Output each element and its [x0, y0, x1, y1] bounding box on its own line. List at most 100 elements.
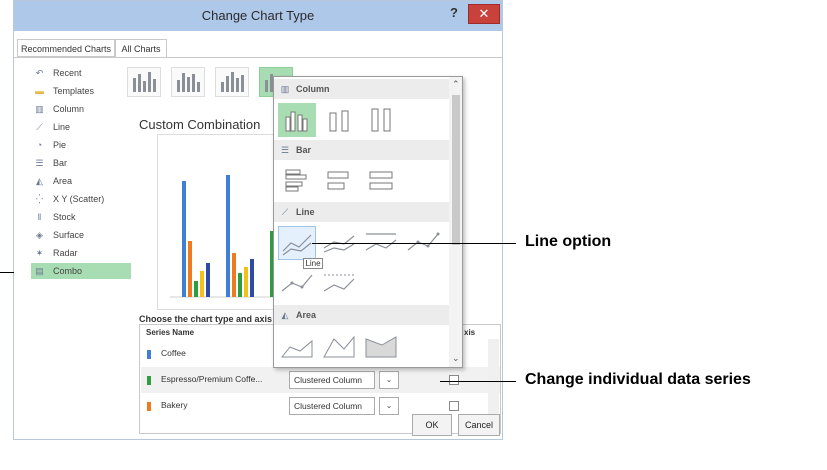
preview-bar [244, 267, 248, 297]
cancel-button[interactable]: Cancel [458, 414, 500, 436]
sidebar-item-radar[interactable]: ✶ Radar [31, 245, 131, 261]
option-area[interactable] [278, 329, 316, 363]
preview-bar [188, 241, 192, 297]
clustered-bar-icon [285, 169, 307, 192]
series-color-swatch [147, 402, 151, 411]
option-stacked-line-markers[interactable] [278, 265, 316, 299]
line-chart-icon: ⟋ [281, 207, 289, 217]
sidebar-item-label: Surface [53, 230, 85, 240]
option-100-stacked-bar[interactable] [362, 164, 400, 198]
scroll-down-icon[interactable]: ⌄ [452, 353, 460, 364]
popup-section-area: ◭ Area [274, 305, 449, 325]
ok-button[interactable]: OK [412, 414, 452, 436]
combo-subtype-icon [221, 72, 245, 92]
radar-chart-icon: ✶ [35, 248, 44, 258]
sidebar-item-label: Stock [53, 212, 76, 222]
option-stacked-bar[interactable] [320, 164, 358, 198]
series-name: Bakery [161, 400, 188, 410]
tab-recommended-charts[interactable]: Recommended Charts [17, 39, 115, 57]
percent-stacked-column-icon [371, 108, 391, 132]
chevron-down-icon[interactable]: ⌄ [379, 397, 399, 415]
line-chart-icon: ⟋ [36, 122, 43, 132]
percent-stacked-bar-icon [369, 171, 393, 190]
sidebar-item-label: Area [53, 176, 73, 186]
option-stacked-area[interactable] [320, 329, 358, 363]
popup-section-column: ▥ Column [274, 79, 449, 99]
scroll-up-icon[interactable]: ⌃ [452, 79, 460, 90]
series-name: Coffee [161, 348, 186, 358]
preview-bar [226, 175, 230, 297]
sidebar-item-templates[interactable]: ▬ Templates [31, 83, 131, 99]
sidebar-item-label: Column [53, 104, 85, 114]
option-line[interactable] [278, 226, 316, 260]
header-series-name: Series Name [146, 328, 195, 337]
combo-subtype-icon [133, 72, 157, 92]
help-button[interactable]: ? [450, 5, 466, 25]
percent-stacked-area-icon [365, 336, 397, 358]
secondary-axis-checkbox[interactable] [449, 375, 459, 385]
combo-subtype-clustered-column-line[interactable] [127, 67, 161, 97]
secondary-axis-checkbox[interactable] [449, 401, 459, 411]
folder-icon: ▬ [35, 86, 44, 96]
header-secondary-axis: xis [464, 328, 476, 337]
series-name: Espresso/Premium Coffe... [161, 374, 263, 384]
sidebar-item-stock[interactable]: ‖ Stock [31, 209, 131, 225]
combo-subtype-icon [177, 72, 201, 92]
line-option-callout-line [312, 243, 516, 244]
option-100-stacked-column[interactable] [362, 103, 400, 137]
bar-chart-icon: ☰ [35, 158, 44, 168]
line-chart-option-icon [282, 234, 312, 256]
chart-type-dropdown-popup: ▥ Column ☰ Bar ⟋ Line Line ◭ Area ⌃ ⌄ [273, 76, 463, 368]
option-clustered-bar[interactable] [278, 164, 316, 198]
sidebar-item-xy-scatter[interactable]: ⁛ X Y (Scatter) [31, 191, 131, 207]
popup-scrollbar-thumb[interactable] [452, 95, 460, 245]
series-color-swatch [147, 350, 151, 359]
sidebar-item-bar[interactable]: ☰ Bar [31, 155, 131, 171]
stacked-line-markers-icon [281, 274, 313, 292]
area-option-icon [280, 339, 313, 358]
popup-section-label: Column [296, 84, 330, 94]
column-chart-icon: ▥ [280, 84, 290, 94]
preview-bar [194, 281, 198, 297]
option-clustered-column[interactable] [278, 103, 316, 137]
recent-icon: ↶ [35, 68, 44, 78]
combo-callout-line [0, 272, 14, 273]
popup-section-label: Line [296, 207, 315, 217]
sidebar-item-label: Radar [53, 248, 78, 258]
sidebar-item-recent[interactable]: ↶ Recent [31, 65, 131, 81]
sidebar-item-line[interactable]: ⟋ Line [31, 119, 131, 135]
sidebar-item-column[interactable]: ▥ Column [31, 101, 131, 117]
sidebar-item-pie[interactable]: ◔ Pie [31, 137, 131, 153]
series-callout-line [440, 381, 516, 382]
pie-chart-icon: ◔ [36, 140, 43, 150]
popup-section-label: Bar [296, 145, 312, 155]
close-button[interactable]: ✕ [468, 4, 500, 24]
clustered-column-icon [285, 111, 308, 132]
preview-bar [232, 253, 236, 297]
option-100-stacked-area[interactable] [362, 329, 400, 363]
preview-bar [206, 263, 210, 297]
option-100-stacked-line-markers[interactable] [320, 265, 358, 299]
chevron-down-icon[interactable]: ⌄ [379, 371, 399, 389]
preview-bar [200, 271, 204, 297]
chart-type-select[interactable]: Clustered Column [289, 371, 375, 389]
popup-section-line: ⟋ Line [274, 202, 449, 222]
combo-subtype-stacked-area-column[interactable] [215, 67, 249, 97]
sidebar-item-surface[interactable]: ◈ Surface [31, 227, 131, 243]
popup-section-label: Area [296, 310, 317, 320]
chart-type-select[interactable]: Clustered Column [289, 397, 375, 415]
line-option-callout: Line option [525, 233, 612, 250]
preview-bar [182, 181, 186, 297]
sidebar-item-combo[interactable]: ▤ Combo [31, 263, 131, 279]
tab-divider [14, 57, 502, 58]
sidebar-item-label: Line [53, 122, 71, 132]
section-title: Custom Combination [139, 117, 261, 132]
combo-chart-icon: ▤ [35, 266, 44, 276]
surface-chart-icon: ◈ [36, 230, 43, 240]
sidebar-item-area[interactable]: ◭ Area [31, 173, 131, 189]
percent-stacked-line-markers-icon [323, 274, 355, 292]
combo-subtype-clustered-column-line-secondary[interactable] [171, 67, 205, 97]
tab-all-charts[interactable]: All Charts [115, 39, 167, 58]
option-stacked-column[interactable] [320, 103, 358, 137]
preview-bar [238, 273, 242, 297]
